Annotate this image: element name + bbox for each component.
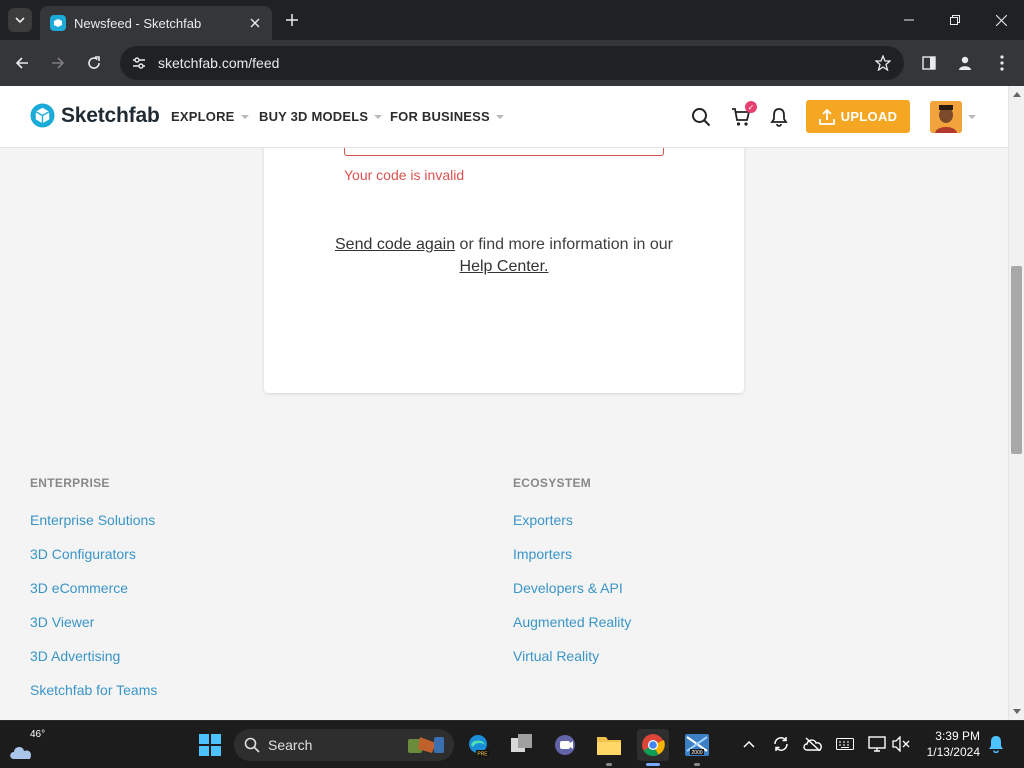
page-scrollbar[interactable] <box>1008 86 1024 720</box>
file-explorer-icon[interactable] <box>593 729 625 766</box>
clock-date: 1/13/2024 <box>926 745 980 759</box>
teams-chat-icon[interactable] <box>549 729 581 761</box>
caret-down-icon <box>374 114 383 119</box>
taskbar-search[interactable]: Search <box>234 729 454 761</box>
help-center-link[interactable]: Help Center. <box>460 258 549 275</box>
footer-link[interactable]: 3D Viewer <box>30 614 157 648</box>
footer-link[interactable]: 3D Advertising <box>30 648 157 682</box>
footer-link[interactable]: Enterprise Solutions <box>30 512 157 546</box>
footer-link[interactable]: 3D eCommerce <box>30 580 157 614</box>
footer-link[interactable]: Sketchfab for Teams <box>30 682 157 716</box>
footer-link[interactable]: Importers <box>513 546 631 580</box>
network-icon[interactable] <box>866 733 888 755</box>
site-header: Sketchfab EXPLORE BUY 3D MODELS FOR BUSI… <box>0 86 1008 148</box>
site-info-icon[interactable] <box>128 52 150 74</box>
nav-explore[interactable]: EXPLORE <box>171 109 249 124</box>
caret-down-icon <box>495 114 504 119</box>
tab-title: Newsfeed - Sketchfab <box>74 15 202 31</box>
sync-icon[interactable] <box>770 733 792 755</box>
cloud-icon <box>10 746 32 759</box>
search-icon <box>244 737 260 753</box>
windows-taskbar: 46° Search PRE 2000 3:39 PM 1/13/2024 <box>0 720 1024 768</box>
footer-enterprise: ENTERPRISE Enterprise Solutions 3D Confi… <box>30 476 157 716</box>
chevron-down-icon <box>15 17 25 24</box>
footer-ecosystem: ECOSYSTEM Exporters Importers Developers… <box>513 476 631 682</box>
app-2000-icon[interactable]: 2000 <box>681 729 713 766</box>
page-viewport: Your code is invalid Send code again or … <box>0 86 1024 720</box>
footer-heading-enterprise: ENTERPRISE <box>30 476 110 490</box>
avatar-caret-icon[interactable] <box>968 115 976 119</box>
upload-icon <box>818 108 835 125</box>
notification-bell-icon[interactable] <box>985 733 1007 755</box>
footer-link[interactable]: Developers & API <box>513 580 631 614</box>
nav-buy-label: BUY 3D MODELS <box>259 109 369 124</box>
system-clock[interactable]: 3:39 PM 1/13/2024 <box>918 728 980 760</box>
url-text: sketchfab.com/feed <box>158 55 280 71</box>
kebab-menu-icon[interactable] <box>990 51 1014 75</box>
footer-link[interactable]: Virtual Reality <box>513 648 631 682</box>
active-indicator <box>646 763 660 766</box>
svg-text:2000: 2000 <box>691 750 702 756</box>
nav-business-label: FOR BUSINESS <box>390 109 490 124</box>
close-icon[interactable] <box>246 14 264 32</box>
minimize-icon[interactable] <box>897 8 921 32</box>
svg-text:PRE: PRE <box>477 752 488 758</box>
cart-icon[interactable]: ✓ <box>729 101 757 129</box>
browser-toolbar: sketchfab.com/feed <box>0 40 1024 86</box>
upload-label: UPLOAD <box>840 109 898 124</box>
sketchfab-favicon-icon <box>50 15 66 31</box>
error-message: Your code is invalid <box>344 167 465 183</box>
keyboard-icon[interactable] <box>834 733 856 755</box>
notification-bell-icon[interactable] <box>767 105 791 129</box>
temperature: 46° <box>30 729 46 740</box>
browser-tab[interactable]: Newsfeed - Sketchfab <box>40 6 272 40</box>
help-middle-text: or find more information in our <box>455 236 673 253</box>
cart-badge-icon: ✓ <box>745 101 757 113</box>
nav-buy-3d-models[interactable]: BUY 3D MODELS <box>259 109 383 124</box>
onedrive-offline-icon[interactable] <box>802 733 824 755</box>
caret-down-icon <box>240 114 249 119</box>
windows-start-icon[interactable] <box>194 729 226 761</box>
profile-icon[interactable] <box>953 51 977 75</box>
running-indicator <box>606 763 612 766</box>
footer-link[interactable]: Augmented Reality <box>513 614 631 648</box>
scroll-up-icon[interactable] <box>1013 90 1021 98</box>
scroll-down-icon[interactable] <box>1013 708 1021 716</box>
task-view-icon[interactable] <box>506 729 538 761</box>
footer-link[interactable]: 3D Configurators <box>30 546 157 580</box>
help-text: Send code again or find more information… <box>324 234 684 278</box>
window-close-icon[interactable] <box>989 8 1013 32</box>
restore-icon[interactable] <box>943 8 967 32</box>
footer-link[interactable]: Exporters <box>513 512 631 546</box>
reload-icon[interactable] <box>82 51 106 75</box>
bookmark-star-icon[interactable] <box>872 52 894 74</box>
clock-time: 3:39 PM <box>935 729 980 743</box>
search-highlight-icon <box>408 737 444 753</box>
volume-muted-icon[interactable] <box>890 733 912 755</box>
scrollbar-thumb[interactable] <box>1011 266 1022 454</box>
running-indicator <box>694 763 700 766</box>
avatar[interactable] <box>930 101 962 133</box>
chrome-icon[interactable] <box>637 729 669 766</box>
new-tab-icon[interactable] <box>282 10 302 30</box>
send-code-again-link[interactable]: Send code again <box>335 236 455 253</box>
edge-preview-icon[interactable]: PRE <box>462 729 494 761</box>
upload-button[interactable]: UPLOAD <box>806 100 910 133</box>
search-icon[interactable] <box>689 105 713 129</box>
weather-widget[interactable]: 46° <box>8 729 48 763</box>
logo-text: Sketchfab <box>61 103 160 127</box>
taskbar-search-label: Search <box>268 737 313 753</box>
nav-explore-label: EXPLORE <box>171 109 235 124</box>
address-bar[interactable]: sketchfab.com/feed <box>120 46 904 80</box>
side-panel-icon[interactable] <box>917 51 941 75</box>
back-arrow-icon[interactable] <box>10 51 34 75</box>
tab-search-button[interactable] <box>8 8 32 32</box>
sketchfab-logo-icon <box>30 103 55 128</box>
show-hidden-icons-chevron-icon[interactable] <box>738 733 760 755</box>
footer-heading-ecosystem: ECOSYSTEM <box>513 476 592 490</box>
sketchfab-logo[interactable]: Sketchfab <box>30 103 160 128</box>
forward-arrow-icon[interactable] <box>46 51 70 75</box>
browser-tabstrip: Newsfeed - Sketchfab <box>0 0 1024 40</box>
nav-for-business[interactable]: FOR BUSINESS <box>390 109 504 124</box>
